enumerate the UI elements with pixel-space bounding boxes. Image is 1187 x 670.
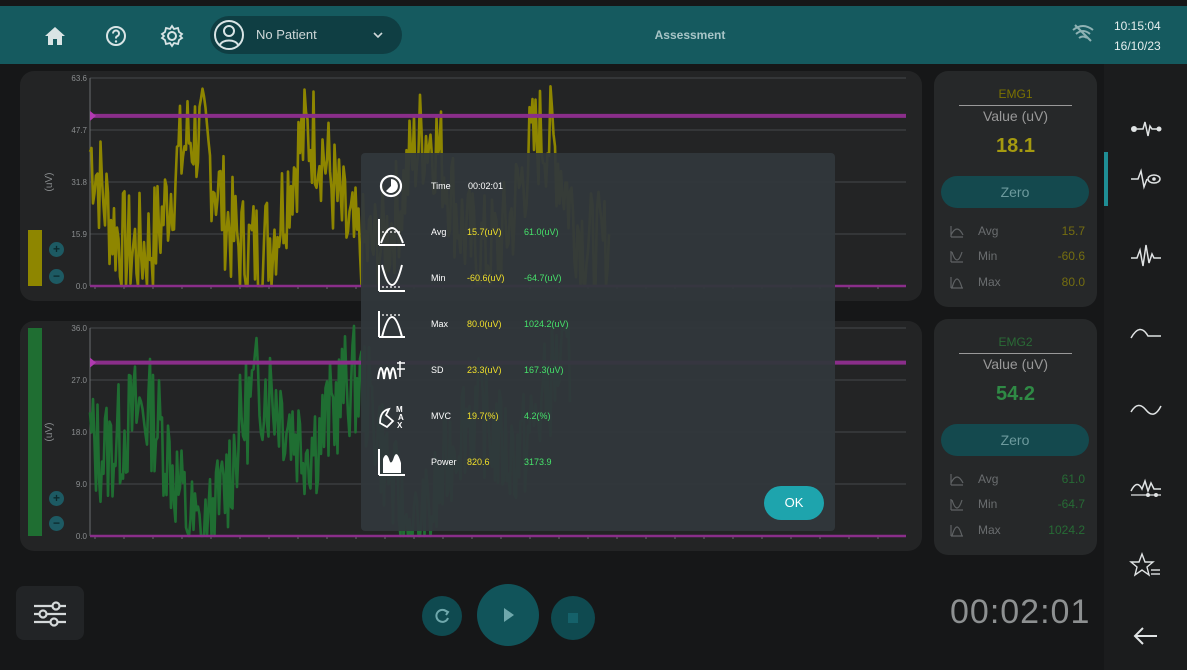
home-icon[interactable] — [42, 23, 68, 49]
max-icon — [950, 277, 963, 289]
y-tick-label: 31.8 — [71, 178, 87, 187]
play-icon — [504, 608, 514, 622]
stat-min: Min -64.7 — [950, 497, 1085, 513]
top-bar: No Patient Assessment 10:15:04 16/10/23 — [0, 6, 1187, 64]
refresh-icon — [435, 608, 450, 623]
emg1-card: EMG1 Value (uV) 18.1 Zero Avg 15.7 Min -… — [934, 71, 1097, 307]
power-icon — [378, 449, 405, 476]
ok-button[interactable]: OK — [764, 486, 824, 520]
wifi-off-icon — [1072, 24, 1094, 42]
zero-button[interactable]: Zero — [941, 176, 1089, 208]
current-value: 18.1 — [996, 135, 1035, 157]
mvc-icon: M A X — [379, 405, 404, 430]
y-tick-label: 47.7 — [71, 126, 87, 135]
sd-icon — [377, 361, 405, 380]
refresh-button[interactable] — [422, 596, 462, 636]
y-tick-label: 27.0 — [71, 376, 87, 385]
raw-signal-icon[interactable] — [1126, 241, 1166, 271]
channel-label: EMG1 — [998, 87, 1033, 101]
y-tick-label: 63.6 — [71, 74, 87, 83]
avg-icon — [950, 226, 964, 238]
patient-selector[interactable]: No Patient — [210, 16, 402, 54]
y-tick-label: 9.0 — [76, 480, 88, 489]
threshold-marker — [90, 110, 96, 121]
user-icon — [214, 20, 244, 50]
unit-label: Value (uV) — [982, 356, 1049, 372]
gain-plus-button[interactable]: + — [49, 242, 64, 257]
y-tick-label: 18.0 — [71, 428, 87, 437]
current-value: 54.2 — [996, 383, 1035, 405]
avg-icon — [378, 219, 405, 246]
max-icon — [950, 525, 963, 537]
divider — [959, 105, 1072, 106]
y-tick-label: 36.0 — [71, 324, 87, 333]
divider — [959, 353, 1072, 354]
right-sidebar — [1104, 64, 1187, 670]
smooth-icon[interactable] — [1126, 394, 1166, 424]
max-icon — [378, 311, 405, 338]
patient-name: No Patient — [256, 27, 317, 42]
channel-label: EMG2 — [998, 335, 1033, 349]
stat-avg: Avg 15.7 — [950, 224, 1085, 240]
date-text: 16/10/23 — [1114, 39, 1161, 53]
statistics-dialog: Time 00:02:01 Avg 15.7(uV) 61.0(uV) Min … — [361, 153, 835, 531]
threshold-marker — [90, 357, 96, 368]
clock: 10:15:04 16/10/23 — [1114, 16, 1161, 56]
stat-row-time: Time 00:02:01 — [377, 169, 817, 203]
zero-button[interactable]: Zero — [941, 424, 1089, 456]
stat-avg: Avg 61.0 — [950, 472, 1085, 488]
stat-max: Max 80.0 — [950, 275, 1085, 291]
min-icon — [950, 251, 963, 263]
emg2-level-bar — [28, 328, 42, 536]
y-tick-label: 0.0 — [76, 282, 88, 291]
emg2-card: EMG2 Value (uV) 54.2 Zero Avg 61.0 Min -… — [934, 319, 1097, 555]
min-icon — [950, 499, 963, 511]
stat-row-power: Power 820.6 3173.9 — [377, 445, 817, 479]
chevron-down-icon — [373, 32, 383, 39]
stat-row-min: Min -60.6(uV) -64.7(uV) — [377, 261, 817, 295]
gain-minus-button[interactable]: − — [49, 269, 64, 284]
signal-input-icon[interactable] — [1126, 114, 1166, 144]
y-tick-label: 15.9 — [71, 230, 87, 239]
emg1-level-bar — [28, 230, 42, 286]
play-button[interactable] — [477, 584, 539, 646]
filter-settings-button[interactable] — [16, 586, 84, 640]
min-icon — [378, 264, 405, 292]
y-tick-label: 0.0 — [76, 532, 88, 541]
gain-plus-button[interactable]: + — [49, 491, 64, 506]
stat-min: Min -60.6 — [950, 249, 1085, 265]
stop-button[interactable] — [551, 596, 595, 640]
back-arrow-icon[interactable] — [1126, 621, 1166, 651]
y-axis-label: (uV) — [44, 173, 55, 192]
stat-max: Max 1024.2 — [950, 523, 1085, 539]
gain-minus-button[interactable]: − — [49, 516, 64, 531]
stat-row-sd: SD 23.3(uV) 167.3(uV) — [377, 353, 817, 387]
mode-title: Assessment — [654, 28, 726, 42]
mvc-icon[interactable] — [1126, 471, 1166, 501]
clock-icon — [379, 174, 403, 198]
y-axis-label: (uV) — [44, 423, 55, 442]
session-timer: 00:02:01 — [950, 593, 1091, 631]
stop-icon — [568, 613, 578, 623]
active-indicator — [1104, 152, 1108, 206]
signal-view-icon[interactable] — [1126, 164, 1166, 194]
favorites-icon[interactable] — [1126, 550, 1166, 580]
time-text: 10:15:04 — [1114, 19, 1161, 33]
unit-label: Value (uV) — [982, 108, 1049, 124]
stat-row-max: Max 80.0(uV) 1024.2(uV) — [377, 307, 817, 341]
help-icon[interactable] — [103, 23, 129, 49]
envelope-icon[interactable] — [1126, 318, 1166, 348]
avg-icon — [950, 474, 964, 486]
svg-text:X: X — [397, 421, 403, 430]
stat-row-mvc: M A X MVC 19.7(%) 4.2(%) — [377, 399, 817, 433]
stat-row-avg: Avg 15.7(uV) 61.0(uV) — [377, 215, 817, 249]
sliders-icon — [34, 601, 66, 627]
settings-icon[interactable] — [159, 23, 185, 49]
